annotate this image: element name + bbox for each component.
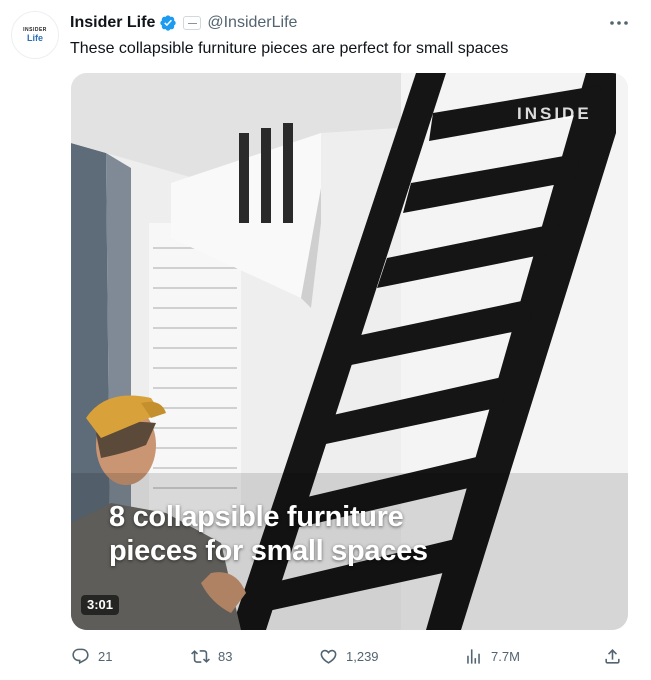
- tweet-header: Insider Life @InsiderLife: [70, 12, 297, 34]
- reply-button[interactable]: 21: [71, 644, 112, 668]
- affiliate-badge-icon[interactable]: [183, 16, 202, 30]
- like-count: 1,239: [346, 648, 379, 664]
- tweet-actions: 21 83 1,239 7.7M: [60, 644, 630, 668]
- views-button[interactable]: 7.7M: [464, 644, 520, 668]
- like-icon: [320, 649, 337, 664]
- author-handle[interactable]: @InsiderLife: [207, 14, 297, 32]
- like-button[interactable]: 1,239: [319, 644, 379, 668]
- video-caption: 8 collapsible furniture pieces for small…: [109, 500, 428, 568]
- views-icon: [467, 648, 480, 664]
- reply-count: 21: [98, 648, 113, 664]
- caption-line-1: 8 collapsible furniture: [109, 501, 404, 533]
- more-icon: [610, 21, 628, 25]
- share-button[interactable]: [603, 644, 622, 668]
- avatar[interactable]: INSIDER Life: [11, 11, 59, 59]
- tweet[interactable]: INSIDER Life Insider Life @InsiderLife T…: [0, 0, 651, 680]
- reply-icon: [72, 648, 89, 664]
- more-button[interactable]: [604, 12, 634, 34]
- tweet-text: These collapsible furniture pieces are p…: [70, 40, 509, 57]
- views-count: 7.7M: [491, 648, 520, 664]
- video-player[interactable]: INSIDE 8 collapsible furniture pieces fo…: [71, 73, 628, 630]
- caption-line-2: pieces for small spaces: [109, 535, 428, 567]
- share-icon: [605, 648, 620, 664]
- video-watermark: INSIDE: [517, 104, 592, 123]
- display-name[interactable]: Insider Life: [70, 14, 155, 32]
- repost-icon: [191, 649, 210, 663]
- repost-count: 83: [218, 648, 233, 664]
- repost-button[interactable]: 83: [191, 644, 232, 668]
- verified-badge-icon[interactable]: [159, 14, 177, 32]
- video-duration: 3:01: [81, 595, 120, 615]
- avatar-brand-bottom: Life: [26, 33, 43, 43]
